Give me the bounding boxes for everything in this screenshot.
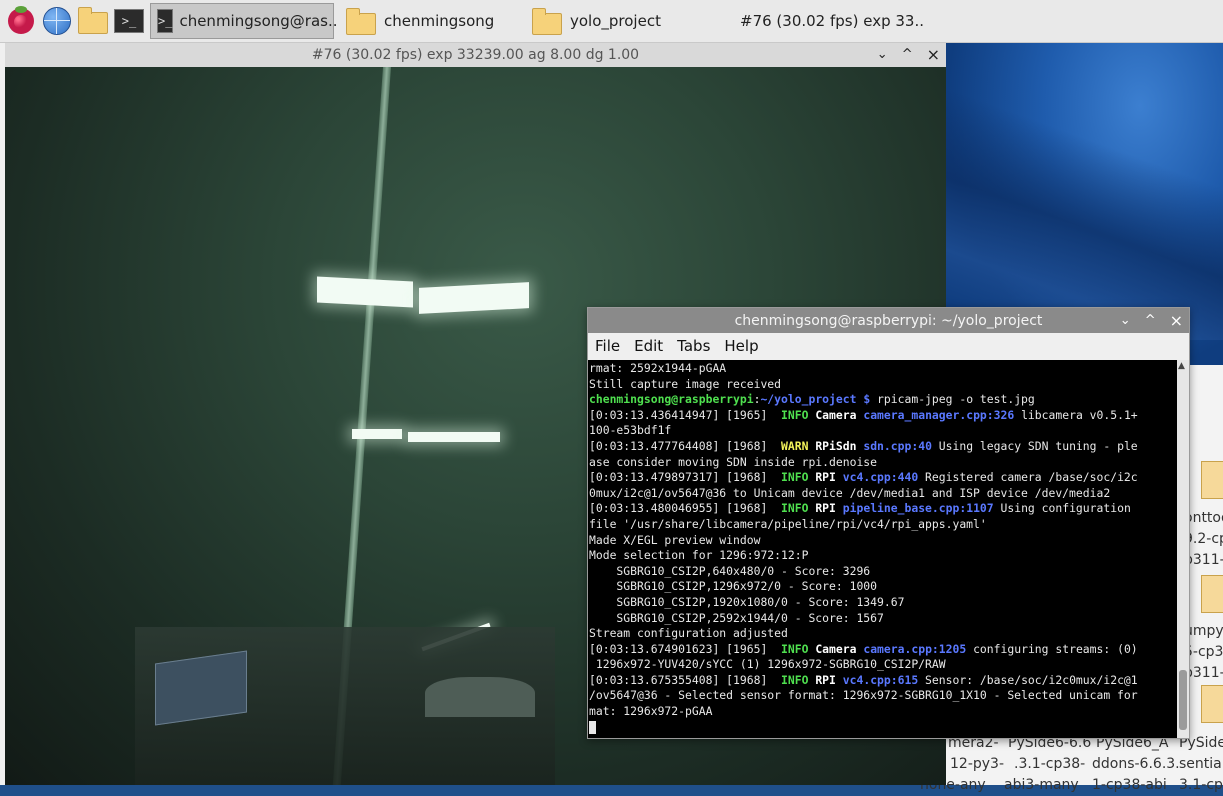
terminal-line: 0mux/i2c@1/ov5647@36 to Unicam device /d…	[589, 485, 1111, 500]
terminal-window[interactable]: chenmingsong@raspberrypi: ~/yolo_project…	[587, 307, 1190, 739]
terminal-line: [0:03:13.479897317] [1968] INFO RPI vc4.…	[589, 470, 1138, 485]
file-label[interactable]: 12-py3-	[950, 754, 1004, 775]
terminal-launcher-button[interactable]: >_	[114, 6, 144, 36]
terminal-scrollbar[interactable]: ▲	[1177, 360, 1189, 738]
task-folder-chenmingsong[interactable]: chenmingsong	[340, 4, 520, 38]
task-terminal[interactable]: >_ chenmingsong@ras..	[150, 3, 338, 39]
task-label: #76 (30.02 fps) exp 33..	[740, 12, 924, 30]
terminal-line: file '/usr/share/libcamera/pipeline/rpi/…	[589, 516, 987, 531]
task-camera-preview[interactable]: #76 (30.02 fps) exp 33..	[734, 4, 946, 38]
terminal-line: ase consider moving SDN inside rpi.denoi…	[589, 454, 878, 469]
scrollbar-thumb[interactable]	[1179, 670, 1187, 730]
terminal-line: /ov5647@36 - Selected sensor format: 129…	[589, 688, 1138, 703]
menu-file[interactable]: File	[595, 337, 620, 355]
camera-scene-object	[425, 677, 535, 717]
taskbar: >_ >_ chenmingsong@ras.. chenmingsong yo…	[0, 0, 1223, 43]
file-label[interactable]: .3.1-cp38-	[1014, 754, 1085, 775]
preview-title: #76 (30.02 fps) exp 33239.00 ag 8.00 dg …	[311, 46, 640, 63]
terminal-line: [0:03:13.675355408] [1968] INFO RPI vc4.…	[589, 672, 1138, 687]
ceiling-light	[408, 432, 500, 442]
terminal-line: mat: 1296x972-pGAA	[589, 704, 713, 719]
maximize-icon[interactable]: ^	[1145, 313, 1156, 328]
terminal-line: SGBRG10_CSI2P,2592x1944/0 - Score: 1567	[589, 610, 884, 625]
terminal-line: 100-e53bdf1f	[589, 423, 672, 438]
minimize-icon[interactable]: ⌄	[1120, 313, 1131, 328]
terminal-line: SGBRG10_CSI2P,1296x972/0 - Score: 1000	[589, 579, 878, 594]
file-label[interactable]: 3.1-cp3	[1179, 775, 1223, 796]
terminal-line: [0:03:13.674901623] [1965] INFO Camera c…	[589, 641, 1138, 656]
folder-icon	[78, 7, 108, 34]
preview-titlebar[interactable]: #76 (30.02 fps) exp 33239.00 ag 8.00 dg …	[5, 42, 946, 67]
file-icon[interactable]	[1201, 575, 1223, 613]
file-label[interactable]: sential	[1179, 754, 1223, 775]
terminal-line: SGBRG10_CSI2P,640x480/0 - Score: 3296	[589, 563, 871, 578]
maximize-icon[interactable]: ^	[902, 47, 913, 62]
terminal-line: Stream configuration adjusted	[589, 626, 788, 641]
terminal-title: chenmingsong@raspberrypi: ~/yolo_project	[734, 312, 1043, 329]
terminal-line: Made X/EGL preview window	[589, 532, 761, 547]
file-label[interactable]: abi3-many	[1004, 775, 1079, 796]
close-icon[interactable]: ×	[927, 45, 940, 64]
terminal-line: rmat: 2592x1944-pGAA	[589, 361, 727, 375]
terminal-line: [0:03:13.477764408] [1968] WARN RPiSdn s…	[589, 438, 1138, 453]
task-label: chenmingsong@ras..	[179, 12, 338, 30]
menu-tabs[interactable]: Tabs	[677, 337, 710, 355]
task-label: chenmingsong	[384, 12, 495, 30]
terminal-line: [0:03:13.436414947] [1965] INFO Camera c…	[589, 407, 1138, 422]
terminal-cursor	[589, 720, 596, 734]
terminal-line: Mode selection for 1296:972:12:P	[589, 548, 809, 563]
file-icon[interactable]	[1201, 461, 1223, 499]
file-label[interactable]: 1-cp38-abi	[1092, 775, 1167, 796]
terminal-text: rmat: 2592x1944-pGAA Still capture image…	[588, 360, 1177, 736]
terminal-line: chenmingsong@raspberrypi:~/yolo_project …	[589, 392, 1035, 407]
ceiling-light	[419, 282, 529, 314]
web-browser-button[interactable]	[42, 6, 72, 36]
wallpaper-ridge	[946, 80, 1223, 340]
terminal-icon: >_	[157, 9, 174, 33]
folder-icon	[346, 8, 376, 35]
terminal-icon: >_	[114, 9, 144, 33]
terminal-menubar: File Edit Tabs Help	[588, 333, 1189, 359]
terminal-line: 1296x972-YUV420/sYCC (1) 1296x972-SGBRG1…	[589, 657, 946, 672]
folder-icon	[532, 8, 562, 35]
scroll-up-icon[interactable]: ▲	[1178, 361, 1185, 371]
globe-icon	[43, 7, 71, 35]
close-icon[interactable]: ×	[1170, 311, 1183, 330]
file-label[interactable]: ddons-6.6.3.	[1092, 754, 1180, 775]
ceiling-light	[317, 276, 413, 308]
terminal-output[interactable]: rmat: 2592x1944-pGAA Still capture image…	[588, 360, 1177, 738]
menu-help[interactable]: Help	[724, 337, 758, 355]
raspberry-pi-icon	[8, 6, 34, 34]
terminal-titlebar[interactable]: chenmingsong@raspberrypi: ~/yolo_project…	[588, 308, 1189, 333]
file-manager-button[interactable]	[78, 6, 108, 36]
file-icon[interactable]	[1201, 685, 1223, 723]
raspberry-menu-button[interactable]	[6, 6, 36, 36]
minimize-icon[interactable]: ⌄	[877, 47, 888, 62]
menu-edit[interactable]: Edit	[634, 337, 663, 355]
camera-scene-monitor	[155, 650, 247, 726]
ceiling-light	[352, 429, 402, 439]
task-folder-yolo-project[interactable]: yolo_project	[526, 4, 728, 38]
terminal-line: Still capture image received	[589, 376, 782, 391]
terminal-line: [0:03:13.480046955] [1968] INFO RPI pipe…	[589, 501, 1131, 516]
terminal-line: SGBRG10_CSI2P,1920x1080/0 - Score: 1349.…	[589, 594, 905, 609]
task-label: yolo_project	[570, 12, 661, 30]
